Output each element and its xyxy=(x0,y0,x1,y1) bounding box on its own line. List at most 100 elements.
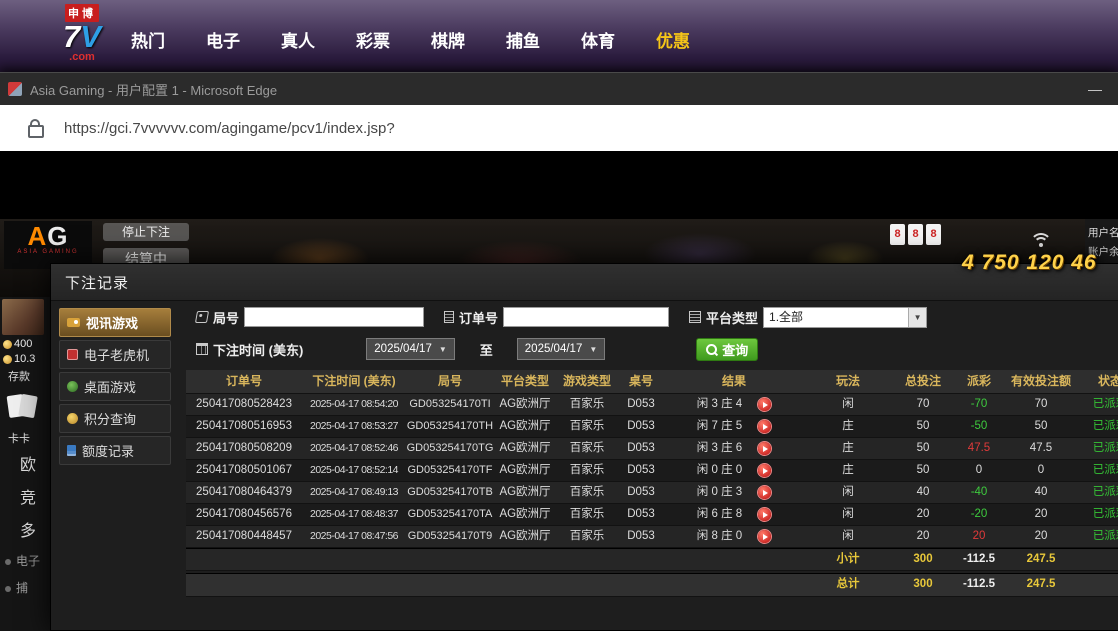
table-no-cell: D053 xyxy=(618,438,664,459)
replay-button[interactable] xyxy=(758,486,771,499)
game-type-cell: 百家乐 xyxy=(556,438,618,459)
modal-title: 下注记录 xyxy=(65,272,129,293)
round-no-input[interactable] xyxy=(244,307,424,327)
header-total-bet: 总投注 xyxy=(892,370,954,393)
game-type-cell: 百家乐 xyxy=(556,482,618,503)
table-row: 250417080464379 2025-04-17 08:49:13 GD05… xyxy=(186,482,1118,504)
lobby-strip-item[interactable]: 欧 xyxy=(0,449,50,482)
nav-item[interactable]: 电子 xyxy=(206,27,240,52)
header-game-type: 游戏类型 xyxy=(556,370,618,393)
logo-main: 7V xyxy=(45,22,119,52)
modal-sidebar-item[interactable]: 视讯游戏 xyxy=(59,308,171,337)
round-no-cell: GD053254170T9 xyxy=(406,526,494,547)
replay-button[interactable] xyxy=(758,530,771,543)
payout-cell: 0 xyxy=(954,460,1004,481)
total-row: 总计 300 -112.5 247.5 xyxy=(186,573,1118,597)
avatar[interactable] xyxy=(2,299,44,335)
nav-item[interactable]: 优惠 xyxy=(656,27,690,52)
play-cell: 庄 xyxy=(804,416,892,437)
header-order-no: 订单号 xyxy=(186,370,302,393)
platform-cell: AG欧洲厅 xyxy=(494,460,556,481)
platform-select[interactable]: 1.全部 ▼ xyxy=(763,307,927,328)
lock-icon[interactable] xyxy=(28,125,44,138)
lobby-strip-item[interactable]: 卡卡 xyxy=(0,429,50,449)
header-status: 状态 xyxy=(1078,370,1118,393)
play-cell: 闲 xyxy=(804,394,892,415)
modal-sidebar-item[interactable]: 电子老虎机 xyxy=(59,340,171,369)
game-type-cell: 百家乐 xyxy=(556,394,618,415)
date-to-value: 2025/04/17 xyxy=(525,343,583,355)
table-row: 250417080528423 2025-04-17 08:54:20 GD05… xyxy=(186,394,1118,416)
order-no-input[interactable] xyxy=(503,307,669,327)
playing-card: 8 xyxy=(890,224,905,245)
sidebar-item-label: 积分查询 xyxy=(84,409,136,428)
round-no-cell: GD053254170TA xyxy=(406,504,494,525)
order-no-filter: 订单号 xyxy=(444,307,669,327)
play-cell: 闲 xyxy=(804,504,892,525)
bet-records-table: 订单号 下注时间 (美东) 局号 平台类型 游戏类型 桌号 结果 玩法 总投注 … xyxy=(186,370,1118,597)
replay-button[interactable] xyxy=(758,420,771,433)
result-text: 闲 6 庄 8 xyxy=(697,504,742,525)
sidebar-item-icon xyxy=(67,381,78,392)
game-type-cell: 百家乐 xyxy=(556,460,618,481)
replay-button[interactable] xyxy=(758,508,771,521)
total-bet-cell: 50 xyxy=(892,416,954,437)
lobby-strip-item[interactable]: 电子 xyxy=(0,548,50,575)
table-header-row: 订单号 下注时间 (美东) 局号 平台类型 游戏类型 桌号 结果 玩法 总投注 … xyxy=(186,370,1118,394)
result-cell: 闲 7 庄 5 xyxy=(664,416,804,437)
modal-sidebar-item[interactable]: 积分查询 xyxy=(59,404,171,433)
platform-cell: AG欧洲厅 xyxy=(494,416,556,437)
payout-cell: -20 xyxy=(954,504,1004,525)
lobby-strip-item[interactable]: 400 xyxy=(0,337,50,352)
search-button-label: 查询 xyxy=(722,340,748,359)
order-no-cell: 250417080448457 xyxy=(186,526,302,547)
ag-logo: AG ASIA GAMING xyxy=(4,221,92,269)
modal-sidebar-item[interactable]: 额度记录 xyxy=(59,436,171,465)
bet-time-cell: 2025-04-17 08:47:56 xyxy=(302,526,406,547)
lobby-strip-item[interactable]: 10.3 xyxy=(0,352,50,367)
nav-item[interactable]: 捕鱼 xyxy=(506,27,540,52)
status-cell: 已派彩 xyxy=(1078,526,1118,547)
nav-item[interactable]: 体育 xyxy=(581,27,615,52)
subtotal-label: 小计 xyxy=(804,549,892,570)
lobby-strip-item[interactable] xyxy=(0,387,50,429)
lobby-strip-item[interactable]: 捕 xyxy=(0,575,50,602)
page-favicon-icon xyxy=(8,82,22,96)
search-icon xyxy=(706,344,717,355)
replay-button[interactable] xyxy=(758,442,771,455)
minimize-button[interactable]: — xyxy=(1080,73,1110,105)
result-text: 闲 0 庄 0 xyxy=(697,460,742,481)
lobby-strip-item[interactable]: 存款 xyxy=(0,367,50,387)
replay-button[interactable] xyxy=(758,464,771,477)
game-type-cell: 百家乐 xyxy=(556,526,618,547)
address-bar[interactable]: https://gci.7vvvvvv.com/agingame/pcv1/in… xyxy=(0,105,1118,151)
subtotal-payout: -112.5 xyxy=(954,549,1004,570)
nav-item[interactable]: 真人 xyxy=(281,27,315,52)
nav-item[interactable]: 棋牌 xyxy=(431,27,465,52)
replay-button[interactable] xyxy=(758,398,771,411)
modal-sidebar-item[interactable]: 桌面游戏 xyxy=(59,372,171,401)
logo-suffix: .com xyxy=(45,52,119,62)
lobby-strip-item[interactable]: 多 xyxy=(0,515,50,548)
total-bet-cell: 50 xyxy=(892,438,954,459)
bet-time-cell: 2025-04-17 08:49:13 xyxy=(302,482,406,503)
valid-bet-cell: 47.5 xyxy=(1004,438,1078,459)
lobby-strip-item[interactable]: 竞 xyxy=(0,482,50,515)
total-total-bet: 300 xyxy=(892,574,954,596)
result-text: 闲 8 庄 0 xyxy=(697,526,742,547)
result-cell: 闲 8 庄 0 xyxy=(664,526,804,547)
order-no-cell: 250417080464379 xyxy=(186,482,302,503)
site-logo[interactable]: 申博 7V .com xyxy=(45,4,119,62)
nav-item[interactable]: 热门 xyxy=(131,27,165,52)
sidebar-item-label: 桌面游戏 xyxy=(84,377,136,396)
payout-cell: -70 xyxy=(954,394,1004,415)
browser-title-bar: Asia Gaming - 用户配置 1 - Microsoft Edge — xyxy=(0,73,1118,105)
total-bet-cell: 70 xyxy=(892,394,954,415)
subtotal-valid-bet: 247.5 xyxy=(1004,549,1078,570)
date-to-picker[interactable]: 2025/04/17 ▼ xyxy=(517,338,605,360)
search-button[interactable]: 查询 xyxy=(696,338,758,361)
window-title: Asia Gaming - 用户配置 1 - Microsoft Edge xyxy=(30,80,277,99)
order-no-cell: 250417080528423 xyxy=(186,394,302,415)
nav-item[interactable]: 彩票 xyxy=(356,27,390,52)
date-from-picker[interactable]: 2025/04/17 ▼ xyxy=(366,338,454,360)
